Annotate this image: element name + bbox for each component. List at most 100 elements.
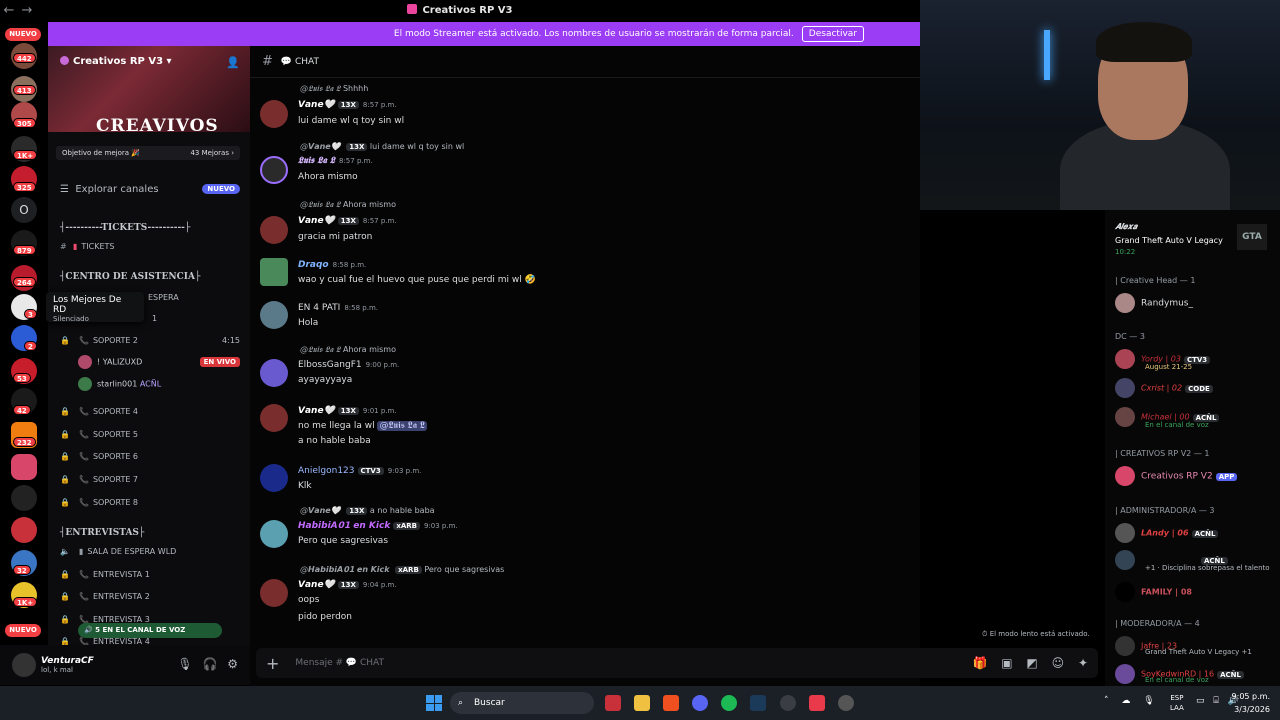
user-info[interactable]: VenturaCF lol, k mal (41, 656, 94, 674)
channel-soporte4[interactable]: 🔒 📞 SOPORTE 4 (60, 407, 138, 416)
activity-user[interactable]: 𝑨𝒍𝒆𝒙𝒂 (1115, 222, 1137, 232)
member-row[interactable]: Randymus_ (1115, 293, 1193, 313)
channel-entrevista2[interactable]: 🔒 📞 ENTREVISTA 2 (60, 592, 150, 601)
channel-soporte5[interactable]: 🔒 📞 SOPORTE 5 (60, 430, 138, 439)
member-group-header: | CREATIVOS RP V2 — 1 (1115, 449, 1210, 458)
message-avatar[interactable] (260, 359, 288, 387)
member-row[interactable]: Creativos RP V2 APP (1115, 466, 1238, 486)
network-icon[interactable]: ⌸ (1213, 696, 1218, 706)
reply-preview[interactable]: @𝙃𝙖𝙗𝙞𝙗𝙞𝘼𝟬𝟭 𝙚𝙣 𝙆𝙞𝙘𝙠 xARB Pero que sagresi… (300, 565, 504, 574)
channel-entrevista1[interactable]: 🔒 📞 ENTREVISTA 1 (60, 570, 150, 579)
message-avatar[interactable] (260, 258, 288, 286)
timestamp: 9:00 p.m. (365, 361, 400, 369)
emoji-icon[interactable]: ☺ (1052, 656, 1065, 670)
message-avatar[interactable] (260, 404, 288, 432)
member-row[interactable]: FAMILY | 08 (1115, 582, 1192, 602)
server-tooltip: Los Mejores De RD Silenciado (46, 292, 144, 323)
message-header: 𝙑𝙖𝙣𝙚🤍 13X 8:57 p.m. (298, 100, 397, 110)
server-icon-active[interactable] (11, 454, 37, 480)
avatar (1115, 664, 1135, 684)
channel-sala-espera[interactable]: 🔈 ▮ SALA DE ESPERA WLD (60, 547, 176, 556)
avatar (1115, 466, 1135, 486)
sticker-icon[interactable]: ◩ (1026, 656, 1037, 670)
voice-channel-count[interactable]: 🔊 5 EN EL CANAL DE VOZ (78, 623, 222, 638)
new-servers-pill[interactable]: NUEVO (5, 624, 41, 637)
message-avatar[interactable] (260, 100, 288, 128)
server-icon[interactable] (11, 517, 37, 543)
channel-espera-fragment[interactable]: ESPERA (148, 293, 179, 302)
message-avatar[interactable] (260, 520, 288, 548)
app-badge: APP (1215, 472, 1238, 481)
disable-streamer-button[interactable]: Desactivar (801, 26, 864, 42)
settings-icon[interactable] (838, 695, 854, 711)
user-avatar[interactable] (12, 653, 36, 677)
explore-channels[interactable]: ☰ Explorar canales NUEVO (60, 184, 240, 195)
settings-gear-icon[interactable]: ⚙ (227, 657, 238, 671)
gif-icon[interactable]: ▣ (1001, 656, 1012, 670)
reply-preview[interactable]: @𝙑𝙖𝙣𝙚🤍 13X a no hable baba (300, 506, 435, 515)
microphone-icon[interactable]: 🎙 (177, 657, 192, 671)
category-entrevistas[interactable]: ┤ENTREVISTAS├ (60, 528, 144, 538)
member-group-header: | Creative Head — 1 (1115, 276, 1196, 285)
invite-icon[interactable]: 👤 (226, 56, 240, 69)
message-avatar[interactable] (260, 464, 288, 492)
user-mention[interactable]: @𝕷𝖚𝖎𝖘 𝕷𝖆 𝕷 (377, 421, 427, 431)
start-button[interactable] (426, 695, 442, 711)
voice-user[interactable]: starlin001 ACÑL (78, 377, 161, 391)
avatar (1115, 523, 1135, 543)
apps-icon[interactable]: ✦ (1078, 656, 1088, 670)
message-avatar[interactable] (260, 301, 288, 329)
server-badge: 42 (13, 405, 31, 415)
channel-soporte8[interactable]: 🔒 📞 SOPORTE 8 (60, 498, 138, 507)
steam-icon[interactable] (750, 695, 766, 711)
new-servers-pill[interactable]: NUEVO (5, 28, 41, 41)
server-icon[interactable] (11, 485, 37, 511)
message-avatar[interactable] (260, 156, 288, 184)
channel-soporte1-fragment[interactable]: 1 (152, 314, 157, 323)
channel-soporte2[interactable]: 🔒 📞 SOPORTE 2 4:15 (60, 336, 240, 345)
discord-icon[interactable] (692, 695, 708, 711)
explore-icon: ☰ (60, 184, 69, 195)
lock-icon: 🔒 (60, 570, 70, 579)
message-input-placeholder[interactable]: Mensaje # (295, 658, 343, 668)
member-row[interactable]: LAndy | 06 ACÑL (1115, 523, 1219, 543)
add-attachment-icon[interactable]: + (266, 654, 279, 673)
reply-preview[interactable]: @𝕷𝖚𝖎𝖘 𝕷𝖆 𝕷 Ahora mismo (300, 200, 396, 210)
headphones-icon[interactable]: 🎧 (202, 657, 217, 671)
message-avatar[interactable] (260, 579, 288, 607)
monitor-icon[interactable]: ▭ (1196, 696, 1205, 706)
timestamp: 9:03 p.m. (423, 522, 458, 530)
taskbar-search[interactable]: ⌕ Buscar (450, 692, 594, 714)
boost-goal-bar[interactable]: Objetivo de mejora 🎉 43 Mejoras › (56, 146, 240, 160)
avatar (1115, 582, 1135, 602)
server-icon-letter[interactable]: O (11, 197, 37, 223)
member-row[interactable]: Cxrist | 02 CODE (1115, 378, 1213, 398)
category-asistencia[interactable]: ┤CENTRO DE ASISTENCIA├ (60, 272, 200, 282)
message-composer[interactable]: + Mensaje # 💬 CHAT 🎁 ▣ ◩ ☺ ✦ (256, 648, 1098, 678)
gift-icon[interactable]: 🎁 (972, 656, 987, 670)
mic-icon[interactable]: 🎙 (1143, 696, 1154, 706)
channel-tickets[interactable]: # ▮ TICKETS (60, 242, 115, 251)
server-banner[interactable]: Creativos RP V3 ▾ 👤 CREAVIVOS (48, 46, 250, 136)
message-header: 𝙑𝙖𝙣𝙚🤍 13X 9:01 p.m. (298, 406, 397, 416)
brave-browser-icon[interactable] (663, 695, 679, 711)
spotify-icon[interactable] (721, 695, 737, 711)
category-tickets[interactable]: ┤----------TICKETS----------├ (60, 223, 190, 233)
channel-soporte6[interactable]: 🔒 📞 SOPORTE 6 (60, 452, 138, 461)
cloud-icon[interactable]: ☁ (1121, 696, 1130, 706)
server-name[interactable]: Creativos RP V3 ▾ (60, 56, 172, 67)
channel-soporte7[interactable]: 🔒 📞 SOPORTE 7 (60, 475, 138, 484)
reply-preview[interactable]: @𝕷𝖚𝖎𝖘 𝕷𝖆 𝕷 Shhhh (300, 84, 368, 94)
app-icon[interactable] (605, 695, 621, 711)
message-avatar[interactable] (260, 216, 288, 244)
member-subtext: En el canal de voz (1145, 676, 1209, 684)
reply-preview[interactable]: @𝙑𝙖𝙣𝙚🤍 13X lui dame wl q toy sin wl (300, 142, 464, 151)
voice-user[interactable]: ! YALIZUXD EN VIVO (78, 355, 240, 369)
obs-icon[interactable] (780, 695, 796, 711)
app-icon[interactable] (809, 695, 825, 711)
language-indicator[interactable]: ESP LAA (1170, 693, 1184, 713)
reply-preview[interactable]: @𝕷𝖚𝖎𝖘 𝕷𝖆 𝕷 Ahora mismo (300, 345, 396, 355)
file-explorer-icon[interactable] (634, 695, 650, 711)
clock[interactable]: 9:05 p.m. 3/3/2026 (1232, 690, 1270, 716)
member-subtext: En el canal de voz (1145, 421, 1209, 429)
